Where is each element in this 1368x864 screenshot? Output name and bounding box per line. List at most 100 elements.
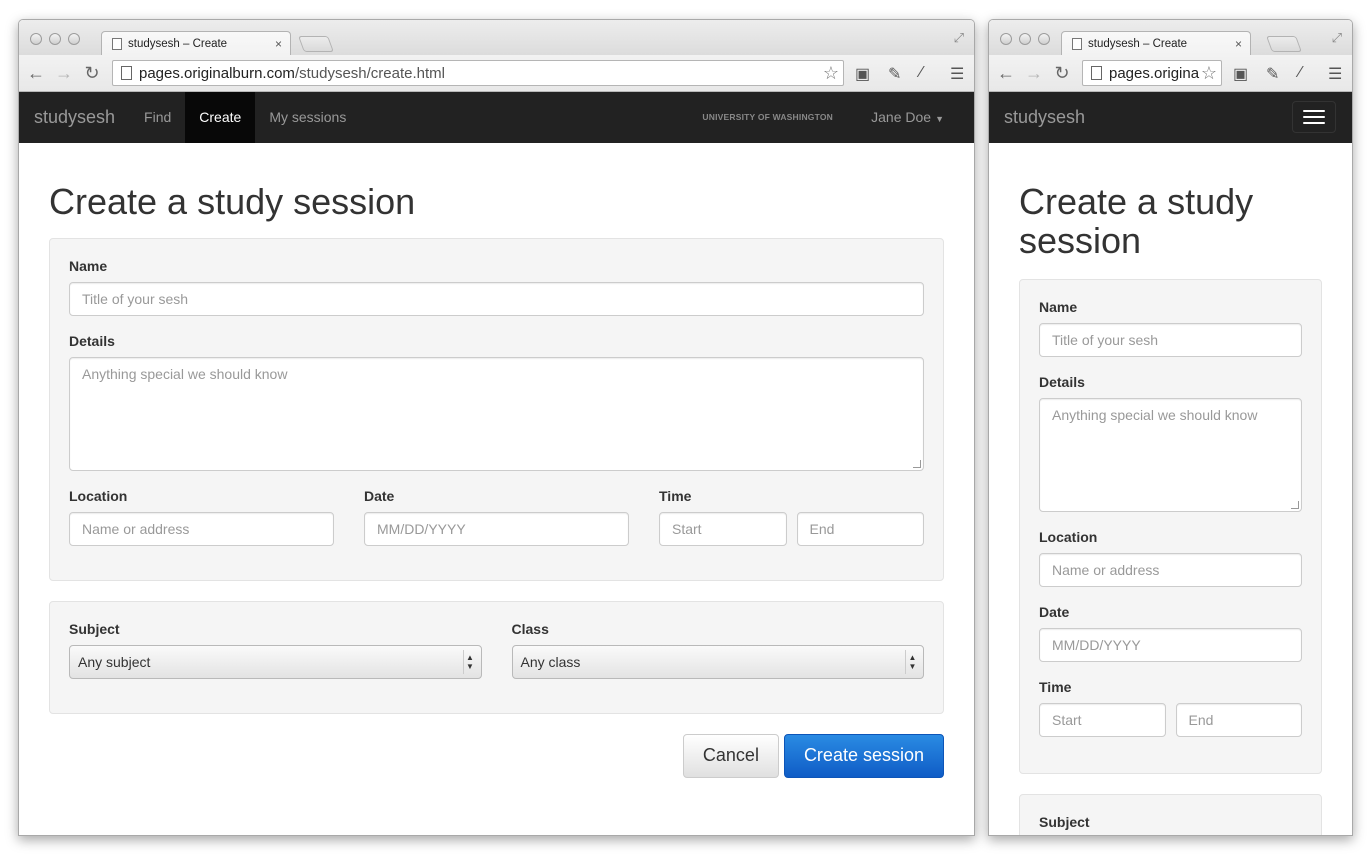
time-label: Time — [659, 487, 692, 504]
window-controls — [30, 33, 80, 45]
date-input[interactable]: MM/DD/YYYY — [364, 511, 629, 546]
brand-logo[interactable]: studysesh — [19, 92, 130, 143]
minimize-window-button[interactable] — [1019, 33, 1031, 45]
details-textarea[interactable]: Anything special we should know — [1039, 397, 1302, 512]
browser-window-desktop: studysesh – Create × ⤢ ← → ↻ pages.origi… — [18, 19, 975, 836]
url-path: /studysesh/create.html — [294, 64, 446, 82]
fullscreen-icon[interactable]: ⤢ — [954, 30, 964, 46]
caret-down-icon: ▼ — [935, 114, 944, 124]
menu-icon[interactable]: ☰ — [1328, 64, 1342, 84]
subject-select-value: Any subject — [78, 653, 151, 670]
extension-blocked-icon[interactable]: ▣ — [1233, 64, 1248, 84]
browser-titlebar: studysesh – Create × ⤢ — [989, 20, 1352, 56]
menu-icon[interactable]: ☰ — [950, 64, 964, 84]
url-host: pages.originalburn.com — [139, 64, 295, 82]
site-navbar: studysesh Find Create My sessions UNIVER… — [19, 92, 974, 143]
close-tab-icon[interactable]: × — [1235, 37, 1242, 51]
forward-arrow-icon[interactable]: → — [1023, 63, 1045, 84]
name-input[interactable]: Title of your sesh — [1039, 322, 1302, 357]
evernote-icon[interactable]: ✎ — [1266, 64, 1279, 84]
close-tab-icon[interactable]: × — [275, 37, 282, 51]
time-start-input[interactable]: Start — [659, 511, 787, 546]
reload-icon[interactable]: ↻ — [1051, 63, 1073, 84]
address-bar[interactable]: pages.origina ☆ — [1082, 60, 1222, 86]
class-label: Class — [511, 620, 549, 637]
zoom-window-button[interactable] — [68, 33, 80, 45]
page-content: Create a study session Name Title of your… — [989, 181, 1352, 835]
new-tab-button[interactable] — [298, 36, 334, 52]
nav-link-my-sessions[interactable]: My sessions — [255, 92, 360, 143]
tab-title: studysesh – Create — [1088, 38, 1188, 50]
time-label: Time — [1039, 678, 1072, 695]
eyedropper-icon[interactable]: ⁄ — [1299, 64, 1302, 82]
name-label: Name — [69, 257, 108, 274]
brand-logo[interactable]: studysesh — [989, 92, 1100, 143]
address-bar[interactable]: pages.originalburn.com/studysesh/create.… — [112, 60, 844, 86]
subject-select[interactable]: Any subject ▲ ▼ — [69, 644, 482, 679]
nav-link-find[interactable]: Find — [130, 92, 185, 143]
bookmark-star-icon[interactable]: ☆ — [822, 62, 839, 84]
location-input[interactable]: Name or address — [69, 511, 334, 546]
browser-window-mobile: studysesh – Create × ⤢ ← → ↻ pages.origi… — [988, 19, 1353, 836]
page-content: Create a study session Name Title of you… — [19, 181, 974, 778]
document-icon — [112, 38, 122, 50]
forward-arrow-icon[interactable]: → — [53, 63, 75, 84]
tab-title: studysesh – Create — [128, 38, 228, 50]
page-title-line2: session — [1019, 219, 1142, 261]
class-select[interactable]: Any class ▲ ▼ — [511, 644, 924, 679]
zoom-window-button[interactable] — [1038, 33, 1050, 45]
evernote-icon[interactable]: ✎ — [888, 64, 901, 84]
page-icon — [121, 66, 132, 80]
subject-label: Subject — [69, 620, 120, 637]
name-label: Name — [1039, 298, 1078, 315]
eyedropper-icon[interactable]: ⁄ — [920, 64, 923, 82]
back-arrow-icon[interactable]: ← — [25, 63, 47, 84]
hamburger-icon — [1303, 110, 1325, 112]
reload-icon[interactable]: ↻ — [81, 63, 103, 84]
subject-class-panel: Subject — [1019, 793, 1322, 835]
university-label: UNIVERSITY OF WASHINGTON — [702, 112, 833, 122]
class-select-value: Any class — [520, 653, 581, 670]
name-input[interactable]: Title of your sesh — [69, 281, 924, 316]
time-start-input[interactable]: Start — [1039, 702, 1166, 737]
browser-tab[interactable]: studysesh – Create × — [1061, 31, 1251, 56]
page-title: Create a study session — [1019, 181, 1322, 261]
details-textarea[interactable]: Anything special we should know — [69, 356, 924, 471]
back-arrow-icon[interactable]: ← — [995, 63, 1017, 84]
time-end-input[interactable]: End — [796, 511, 924, 546]
cancel-button[interactable]: Cancel — [682, 733, 779, 778]
subject-label: Subject — [1039, 813, 1090, 830]
navbar-toggle-button[interactable] — [1292, 101, 1336, 133]
page-title-line1: Create a study — [1019, 181, 1254, 222]
browser-toolbar: ← → ↻ pages.originalburn.com/studysesh/c… — [19, 55, 974, 92]
time-end-input[interactable]: End — [1175, 702, 1302, 737]
date-label: Date — [1039, 603, 1070, 620]
details-label: Details — [69, 332, 115, 349]
fullscreen-icon[interactable]: ⤢ — [1332, 30, 1342, 46]
select-arrows-icon: ▲ ▼ — [462, 649, 477, 674]
session-details-panel: Name Title of your sesh Details Anything… — [49, 237, 944, 581]
user-menu[interactable]: Jane Doe ▼ — [871, 92, 944, 145]
create-session-button[interactable]: Create session — [783, 733, 944, 778]
date-input[interactable]: MM/DD/YYYY — [1039, 627, 1302, 662]
window-controls — [1000, 33, 1050, 45]
session-details-panel: Name Title of your sesh Details Anything… — [1019, 278, 1322, 774]
close-window-button[interactable] — [30, 33, 42, 45]
document-icon — [1072, 38, 1082, 50]
page-title: Create a study session — [49, 181, 416, 222]
browser-toolbar: ← → ↻ pages.origina ☆ ▣ ✎ ⁄ ☰ — [989, 55, 1352, 92]
minimize-window-button[interactable] — [49, 33, 61, 45]
browser-titlebar: studysesh – Create × ⤢ — [19, 20, 974, 56]
location-input[interactable]: Name or address — [1039, 552, 1302, 587]
site-navbar: studysesh — [989, 92, 1352, 143]
subject-class-panel: Subject Any subject ▲ ▼ Class Any class ▲… — [49, 600, 944, 714]
bookmark-star-icon[interactable]: ☆ — [1200, 62, 1217, 84]
page-icon — [1091, 66, 1102, 80]
close-window-button[interactable] — [1000, 33, 1012, 45]
nav-link-create[interactable]: Create — [185, 92, 256, 143]
location-label: Location — [1039, 528, 1098, 545]
location-label: Location — [69, 487, 128, 504]
extension-blocked-icon[interactable]: ▣ — [855, 64, 870, 84]
browser-tab[interactable]: studysesh – Create × — [101, 31, 291, 56]
new-tab-button[interactable] — [1266, 36, 1302, 52]
